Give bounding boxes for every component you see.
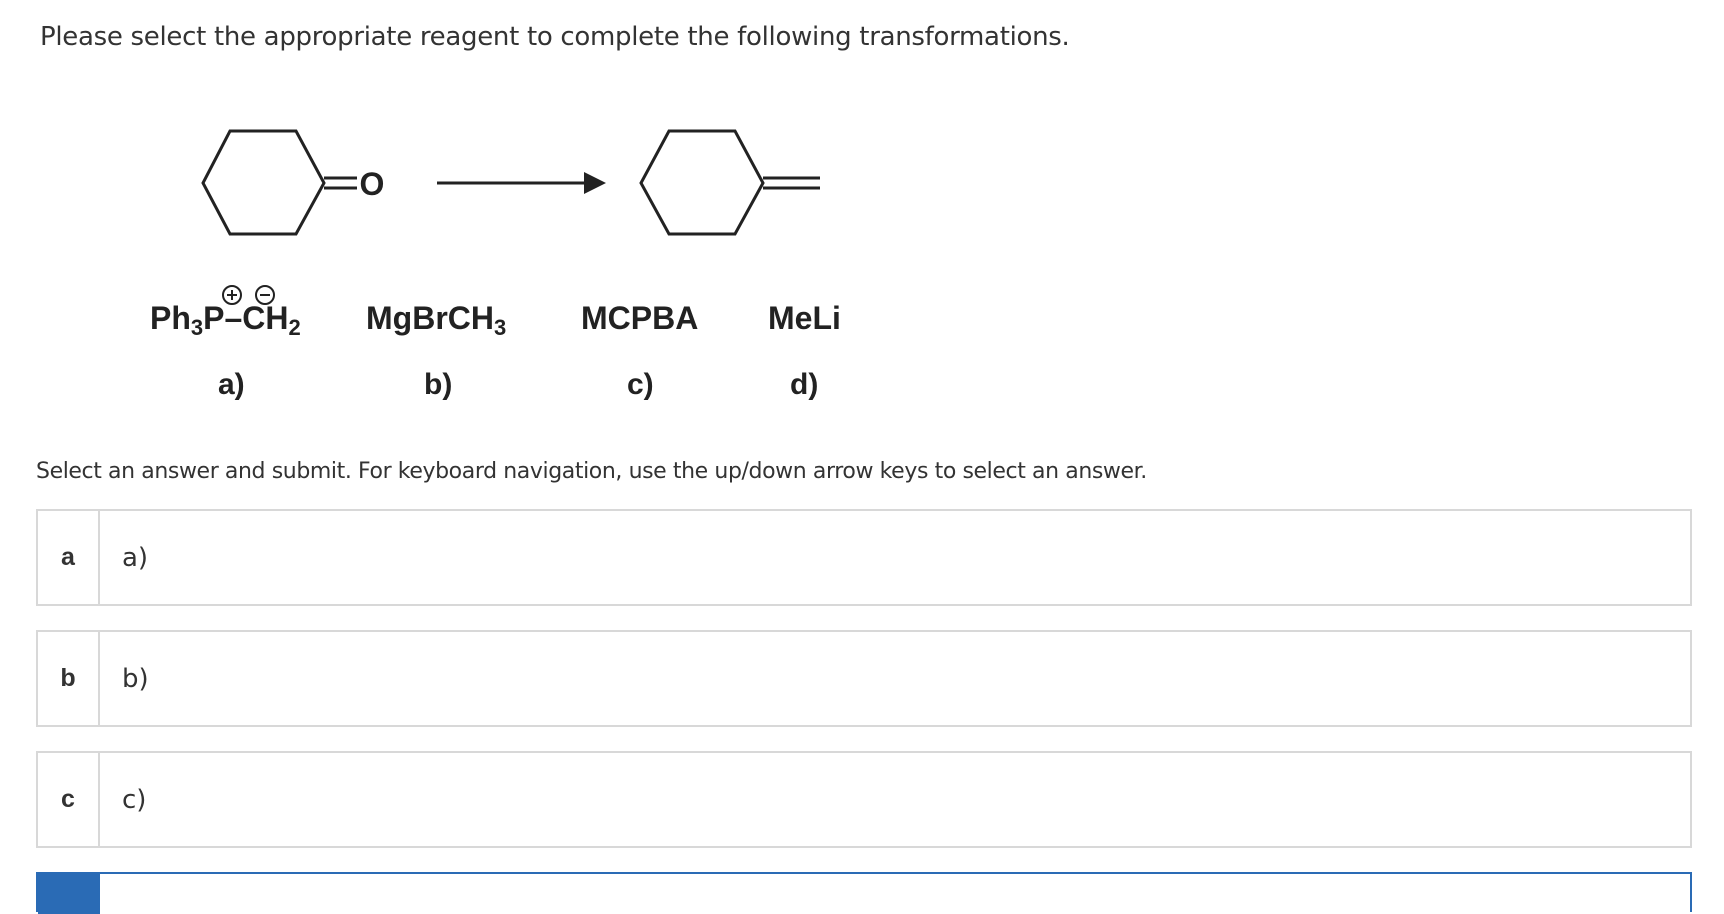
reagent-d-label: d) [790, 368, 819, 401]
arrow-head [584, 172, 606, 194]
methylenecyclohexane-structure [639, 129, 820, 236]
reagent-a-label: a) [218, 368, 245, 401]
answer-choice-a[interactable]: a a) [36, 509, 1692, 606]
choice-letter: c [38, 753, 100, 846]
reagent-b-formula: MgBrCH3 [366, 300, 507, 340]
instructions-text: Select an answer and submit. For keyboar… [36, 459, 1147, 484]
reaction-scheme: O [201, 129, 820, 305]
answer-choice-d-partial[interactable] [36, 872, 1692, 914]
reagent-c-formula: MCPBA [581, 300, 699, 336]
choice-text: a) [122, 542, 149, 573]
reagent-d-formula: MeLi [768, 300, 841, 336]
reactant-oxygen-label: O [360, 166, 385, 202]
choice-letter: a [38, 511, 100, 604]
choice-text: b) [122, 663, 149, 694]
reagent-c-label: c) [627, 368, 654, 401]
cyclohexanone-structure [201, 129, 357, 236]
reagent-b-label: b) [424, 368, 453, 401]
reagent-a-formula: Ph3P–CH2 [150, 300, 301, 340]
choice-letter: b [38, 632, 100, 725]
answer-choice-b[interactable]: b b) [36, 630, 1692, 727]
choice-letter [38, 874, 100, 914]
answer-choice-c[interactable]: c c) [36, 751, 1692, 848]
choice-text: c) [122, 784, 147, 815]
